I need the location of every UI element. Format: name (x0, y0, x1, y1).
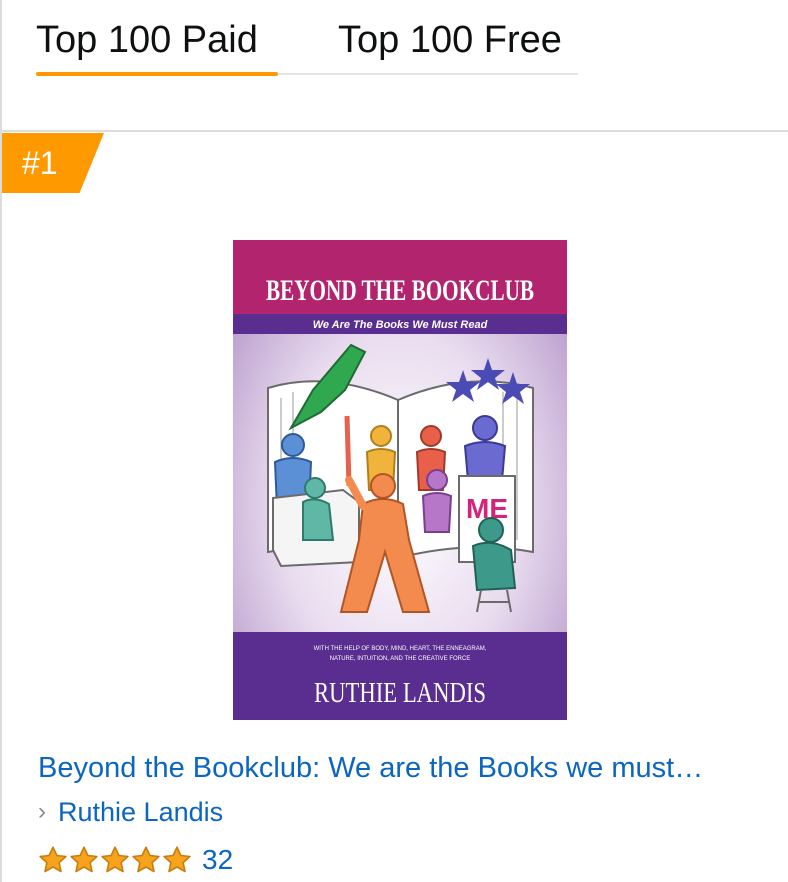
rating-row[interactable]: 32 (38, 840, 233, 880)
tab-top-100-paid[interactable]: Top 100 Paid (36, 18, 258, 62)
star-icon (101, 846, 129, 873)
author-row: › Ruthie Landis (38, 794, 223, 830)
cover-author-text: RUTHIE LANDIS (314, 678, 486, 709)
star-icon (132, 846, 160, 873)
cover-subtitle-text: We Are The Books We Must Read (313, 319, 488, 331)
rank-badge: #1 (2, 133, 104, 193)
star-icon (163, 846, 191, 873)
chevron-right-icon: › (38, 798, 46, 825)
section-divider (2, 130, 788, 132)
star-icon (70, 846, 98, 873)
book-title-link[interactable]: Beyond the Bookclub: We are the Books we… (38, 748, 768, 788)
star-rating (38, 845, 192, 875)
star-icon (39, 846, 67, 873)
cover-title-text: BEYOND THE BOOKCLUB (266, 274, 534, 307)
review-count-link[interactable]: 32 (202, 842, 233, 878)
book-cover-image[interactable]: BEYOND THE BOOKCLUB We Are The Books We … (233, 240, 567, 720)
bestseller-tabs: Top 100 Paid Top 100 Free (36, 0, 578, 78)
left-border (0, 0, 2, 882)
cover-tagline-line2: NATURE, INTUITION, AND THE CREATIVE FORC… (330, 656, 471, 662)
rank-number: #1 (22, 145, 58, 181)
author-link[interactable]: Ruthie Landis (58, 794, 223, 830)
tab-top-100-free[interactable]: Top 100 Free (338, 18, 562, 62)
tab-active-indicator (36, 72, 278, 76)
cover-tagline-line1: WITH THE HELP OF BODY, MIND, HEART, THE … (314, 646, 487, 652)
